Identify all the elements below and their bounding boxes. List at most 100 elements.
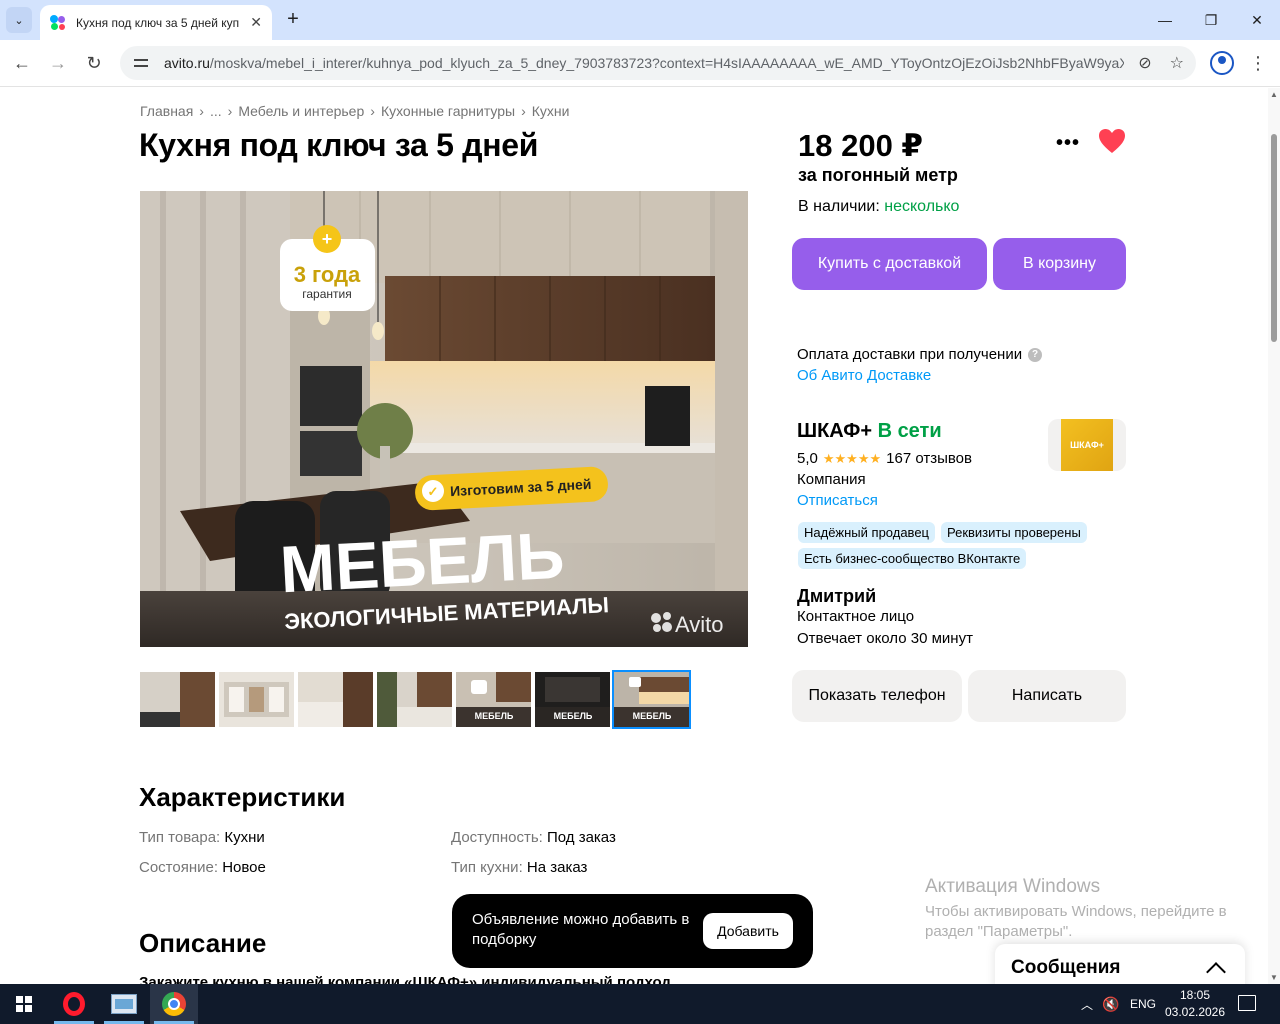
seller-name: ШКАФ+ В сети xyxy=(797,420,942,443)
svg-text:✓: ✓ xyxy=(428,484,439,499)
browser-toolbar: ← → ↻ avito.ru/moskva/mebel_i_interer/ku… xyxy=(0,40,1280,87)
rating-stars-icon: ★★★★★ xyxy=(822,450,882,466)
page-scrollbar[interactable]: ▲ ▼ xyxy=(1268,88,1280,984)
breadcrumb-item[interactable]: Кухни xyxy=(532,103,570,119)
browser-tab-strip: ⌄ Кухня под ключ за 5 дней куп ✕ + — ❐ ✕ xyxy=(0,0,1280,40)
delivery-info-link[interactable]: Об Авито Доставке xyxy=(797,367,931,384)
spec-value: Кухни xyxy=(224,829,265,846)
badge-reliable-seller[interactable]: Надёжный продавец xyxy=(798,522,935,543)
url-text[interactable]: avito.ru/moskva/mebel_i_interer/kuhnya_p… xyxy=(164,55,1124,71)
response-time: Отвечает около 30 минут xyxy=(797,630,973,647)
price-unit: за погонный метр xyxy=(798,165,958,185)
opera-icon xyxy=(63,992,85,1016)
spec-item: Доступность: Под заказ xyxy=(451,829,616,846)
availability-value: несколько xyxy=(884,198,960,215)
back-button[interactable]: ← xyxy=(10,51,34,75)
badge-vk-community[interactable]: Есть бизнес-сообщество ВКонтакте xyxy=(798,548,1027,569)
explorer-icon xyxy=(111,994,137,1014)
buy-with-delivery-button[interactable]: Купить с доставкой xyxy=(792,238,987,290)
tab-search-button[interactable]: ⌄ xyxy=(6,7,32,33)
system-clock[interactable]: 18:05 03.02.2026 xyxy=(1160,987,1230,1021)
badge-requisites-verified[interactable]: Реквизиты проверены xyxy=(941,522,1087,543)
window-controls: — ❐ ✕ xyxy=(1142,0,1280,40)
restore-button[interactable]: ❐ xyxy=(1188,0,1234,40)
bookmark-star-icon[interactable]: ☆ xyxy=(1170,53,1184,73)
seller-logo-image: ШКАФ+ xyxy=(1061,419,1113,471)
thumbnail-2[interactable] xyxy=(219,672,294,727)
thumbnail-5[interactable]: МЕБЕЛЬ xyxy=(456,672,531,727)
thumb-caption-text: МЕБЕЛЬ xyxy=(633,711,672,721)
minimize-button[interactable]: — xyxy=(1142,0,1188,40)
question-icon[interactable]: ? xyxy=(1028,347,1043,362)
seller-name-link[interactable]: ШКАФ+ xyxy=(797,420,872,442)
scrollbar-thumb[interactable] xyxy=(1271,134,1277,342)
toast-add-button[interactable]: Добавить xyxy=(703,913,793,949)
language-indicator[interactable]: ENG xyxy=(1130,984,1156,1024)
main-photo[interactable]: + 3 года гарантия ✓ Изготовим за 5 дней … xyxy=(140,191,748,647)
scroll-down-icon[interactable]: ▼ xyxy=(1270,973,1278,982)
windows-taskbar: ︿ 🔇 ENG 18:05 03.02.2026 xyxy=(0,984,1280,1024)
thumbnail-3[interactable] xyxy=(298,672,373,727)
site-info-icon[interactable] xyxy=(132,54,150,72)
thumbnail-4[interactable] xyxy=(377,672,452,727)
spec-key: Доступность: xyxy=(451,829,543,846)
more-options-icon[interactable]: ••• xyxy=(1056,132,1080,155)
avito-watermark-text: Avito xyxy=(675,612,724,637)
breadcrumb-item[interactable]: Кухонные гарнитуры xyxy=(381,103,515,119)
spec-value: Под заказ xyxy=(546,829,616,846)
notification-center-icon[interactable] xyxy=(1238,995,1256,1011)
thumbnail-1[interactable] xyxy=(140,672,215,727)
messages-label: Сообщения xyxy=(1011,957,1121,978)
seller-type: Компания xyxy=(797,471,866,488)
contact-name: Дмитрий xyxy=(797,586,877,606)
spec-item: Тип товара: Кухни xyxy=(139,829,265,846)
messages-widget[interactable]: Сообщения xyxy=(995,944,1245,984)
tray-chevron-up-icon[interactable]: ︿ xyxy=(1081,984,1093,1024)
kebab-menu-icon[interactable]: ⋮ xyxy=(1248,51,1268,75)
thumbnail-6[interactable]: МЕБЕЛЬ xyxy=(535,672,610,727)
clock-date: 03.02.2026 xyxy=(1164,1005,1226,1019)
availability-label: В наличии: xyxy=(798,198,880,215)
unsubscribe-link[interactable]: Отписаться xyxy=(797,492,878,509)
new-tab-button[interactable]: + xyxy=(282,8,304,30)
thumbnail-7-selected[interactable]: МЕБЕЛЬ xyxy=(612,670,691,729)
payment-info-text: Оплата доставки при получении xyxy=(797,346,1023,363)
toast-text: Объявление можно добавить в подборку xyxy=(472,911,690,948)
spec-key: Состояние: xyxy=(139,859,219,876)
warranty-years-text: 3 года xyxy=(294,262,361,287)
taskbar-chrome[interactable] xyxy=(150,984,198,1024)
profile-icon[interactable] xyxy=(1210,51,1234,75)
eye-off-icon[interactable]: ⊘ xyxy=(1138,53,1151,73)
favorite-heart-icon[interactable] xyxy=(1098,128,1126,154)
add-to-cart-button[interactable]: В корзину xyxy=(993,238,1126,290)
add-to-collection-toast: Объявление можно добавить в подборку Доб… xyxy=(452,894,813,968)
breadcrumb-item[interactable]: Главная xyxy=(140,103,193,119)
spec-key: Тип кухни: xyxy=(451,859,523,876)
breadcrumb-item[interactable]: Мебель и интерьер xyxy=(238,103,364,119)
start-button[interactable] xyxy=(0,984,48,1024)
forward-button[interactable]: → xyxy=(46,51,70,75)
thumbnail-strip: МЕБЕЛЬ МЕБЕЛЬ МЕБЕЛЬ xyxy=(140,670,691,729)
breadcrumb-item[interactable]: ... xyxy=(210,103,222,119)
write-message-button[interactable]: Написать xyxy=(968,670,1126,722)
tab-close-icon[interactable]: ✕ xyxy=(250,14,262,31)
taskbar-opera[interactable] xyxy=(50,984,98,1024)
taskbar-explorer[interactable] xyxy=(100,984,148,1024)
show-phone-button[interactable]: Показать телефон xyxy=(792,670,962,722)
chevron-up-icon[interactable] xyxy=(1206,962,1226,982)
close-window-button[interactable]: ✕ xyxy=(1234,0,1280,40)
scroll-up-icon[interactable]: ▲ xyxy=(1270,90,1278,99)
reload-button[interactable]: ↻ xyxy=(82,51,106,75)
reviews-count[interactable]: 167 отзывов xyxy=(886,450,972,467)
seller-badges: Надёжный продавец Реквизиты проверены Ес… xyxy=(798,522,1128,569)
seller-logo[interactable]: ШКАФ+ xyxy=(1048,419,1126,471)
price: 18 200 ₽ xyxy=(798,128,923,163)
activation-title: Активация Windows xyxy=(925,876,1101,897)
warranty-label-text: гарантия xyxy=(302,287,351,301)
clock-time: 18:05 xyxy=(1179,988,1211,1002)
browser-tab-active[interactable]: Кухня под ключ за 5 дней куп ✕ xyxy=(40,5,272,40)
address-bar[interactable]: avito.ru/moskva/mebel_i_interer/kuhnya_p… xyxy=(120,46,1196,80)
seller-rating[interactable]: 5,0 ★★★★★ 167 отзывов xyxy=(797,450,972,467)
rating-value: 5,0 xyxy=(797,450,818,467)
volume-muted-icon[interactable]: 🔇 xyxy=(1102,984,1119,1024)
